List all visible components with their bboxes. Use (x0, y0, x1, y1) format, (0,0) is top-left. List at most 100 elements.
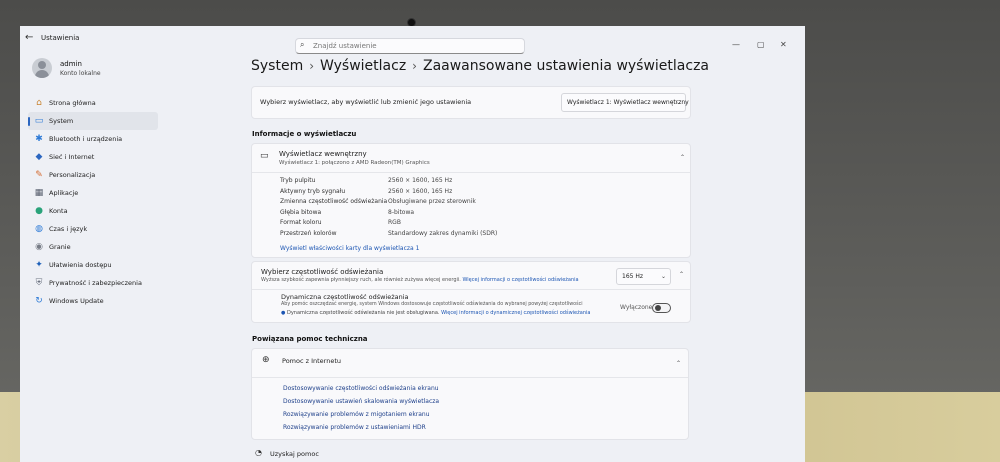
divider (252, 172, 690, 173)
brush-icon: ✎ (35, 170, 43, 180)
display-name: Wyświetlacz wewnętrzny (279, 150, 367, 158)
minimize-button[interactable]: — (732, 40, 740, 49)
title-bar: ← Ustawienia ⌕ Znajdź ustawienie — ▢ ✕ (20, 26, 805, 54)
settings-window: ← Ustawienia ⌕ Znajdź ustawienie — ▢ ✕ a… (20, 26, 805, 462)
sidebar-item-gamepad[interactable]: ◉ Granie (28, 238, 158, 256)
help-card: ⊕ Pomoc z Internetu ⌃ Dostosowywanie czę… (251, 348, 689, 440)
update-icon: ↻ (35, 296, 43, 306)
breadcrumb-separator-icon: › (412, 59, 417, 73)
sidebar-item-wifi[interactable]: ◆ Sieć i Internet (28, 148, 158, 166)
breadcrumb-system[interactable]: System (251, 58, 303, 74)
user-name: admin (60, 60, 82, 68)
help-link[interactable]: Rozwiązywanie problemów z migotaniem ekr… (283, 411, 430, 418)
chevron-up-icon[interactable]: ⌃ (679, 271, 684, 278)
sidebar-item-label: Strona główna (49, 99, 96, 107)
sidebar-item-update[interactable]: ↻ Windows Update (28, 292, 158, 310)
avatar (32, 58, 52, 78)
help-section-title: Powiązana pomoc techniczna (252, 335, 368, 343)
dynamic-refresh-link[interactable]: Więcej informacji o dynamicznej częstotl… (441, 310, 590, 316)
page-title: Zaawansowane ustawienia wyświetlacza (422, 58, 710, 74)
wifi-icon: ◆ (35, 152, 43, 162)
sidebar-item-label: Konta (49, 207, 68, 215)
dynamic-refresh-desc: Aby pomóc oszczędzać energię, system Win… (281, 302, 583, 307)
info-row-label: Zmienna częstotliwość odświeżania (280, 198, 388, 205)
display-select-prompt: Wybierz wyświetlacz, aby wyświetlić lub … (260, 98, 472, 106)
chevron-up-icon[interactable]: ⌃ (676, 360, 681, 367)
dynamic-refresh-note: ● Dynamiczna częstotliwość odświeżania n… (281, 310, 591, 316)
refresh-info-link[interactable]: Więcej informacji o częstotliwości odświ… (462, 277, 578, 283)
breadcrumb-display[interactable]: Wyświetlacz (320, 58, 406, 74)
divider (252, 377, 688, 378)
info-row-value: Standardowy zakres dynamiki (SDR) (388, 229, 498, 237)
refresh-rate-dropdown[interactable]: 165 Hz ⌄ (616, 268, 671, 285)
display-dropdown[interactable]: Wyświetlacz 1: Wyświetlacz wewnętrzny ⌄ (561, 93, 689, 112)
bluetooth-icon: ✱ (35, 134, 43, 144)
sidebar-item-label: Granie (49, 243, 71, 251)
info-row-label: Tryb pulpitu (280, 177, 316, 184)
user-account-type: Konto lokalne (60, 70, 101, 77)
info-row-label: Głębia bitowa (280, 208, 322, 216)
dynamic-refresh-title: Dynamiczna częstotliwość odświeżania (281, 293, 409, 301)
display-dropdown-value: Wyświetlacz 1: Wyświetlacz wewnętrzny (567, 99, 689, 106)
info-row-value: 2560 × 1600, 165 Hz (388, 177, 453, 184)
help-icon: ◔ (255, 448, 262, 457)
display-select-card: Wybierz wyświetlacz, aby wyświetlić lub … (251, 86, 691, 119)
info-row-value: 8-bitowa (388, 208, 415, 216)
sidebar-item-system[interactable]: ▭ System (28, 112, 158, 130)
info-icon: ● (281, 310, 286, 316)
close-button[interactable]: ✕ (780, 40, 787, 49)
chevron-down-icon: ⌄ (661, 273, 667, 280)
search-input[interactable]: ⌕ Znajdź ustawienie (295, 38, 525, 54)
sidebar-nav: ⌂ Strona główna ▭ System ✱ Bluetooth i urządz… (28, 94, 158, 310)
sidebar-item-account[interactable]: ● Konta (28, 202, 158, 220)
refresh-rate-card: Wybierz częstotliwość odświeżania Wyższa… (251, 261, 691, 323)
sidebar-item-accessibility[interactable]: ✦ Ułatwienia dostępu (28, 256, 158, 274)
sidebar-item-label: System (49, 117, 74, 125)
sidebar-item-shield[interactable]: ⛨ Prywatność i zabezpieczenia (28, 274, 158, 292)
display-info-card: ▭ Wyświetlacz wewnętrzny Wyświetlacz 1: … (251, 143, 691, 258)
globe-icon: ⊕ (262, 355, 270, 365)
get-help-link[interactable]: Uzyskaj pomoc (270, 450, 319, 458)
info-row-value: RGB (388, 219, 401, 226)
accessibility-icon: ✦ (35, 260, 43, 270)
breadcrumb: System › Wyświetlacz › Zaawansowane ustawien… (251, 58, 709, 74)
chevron-down-icon: ⌄ (676, 99, 682, 106)
sidebar-item-brush[interactable]: ✎ Personalizacja (28, 166, 158, 184)
system-icon: ▭ (34, 116, 44, 126)
globe-clock-icon: ◍ (35, 224, 43, 234)
breadcrumb-separator-icon: › (309, 59, 315, 73)
sidebar-item-label: Prywatność i zabezpieczenia (49, 279, 142, 287)
info-row-label: Aktywny tryb sygnału (280, 187, 346, 195)
info-section-title: Informacje o wyświetlaczu (252, 130, 357, 138)
help-link[interactable]: Dostosowywanie ustawień skalowania wyświ… (283, 398, 439, 405)
monitor-icon: ▭ (260, 151, 269, 161)
apps-icon: ▦ (34, 188, 44, 198)
sidebar-item-globe-clock[interactable]: ◍ Czas i język (28, 220, 158, 238)
divider (252, 289, 690, 290)
adapter-properties-link[interactable]: Wyświetl właściwości karty dla wyświetla… (280, 245, 419, 252)
sidebar-item-bluetooth[interactable]: ✱ Bluetooth i urządzenia (28, 130, 158, 148)
shield-icon: ⛨ (35, 278, 43, 288)
sidebar-item-label: Bluetooth i urządzenia (49, 135, 123, 143)
sidebar-item-apps[interactable]: ▦ Aplikacje (28, 184, 158, 202)
info-row-value: Obsługiwane przez sterownik (388, 198, 476, 205)
sidebar-item-label: Ułatwienia dostępu (49, 261, 112, 269)
help-link[interactable]: Dostosowywanie częstotliwości odświeżani… (283, 385, 439, 392)
refresh-desc: Wyższa szybkość zapewnia płynniejszy ruc… (261, 277, 579, 283)
info-row-label: Przestrzeń kolorów (280, 229, 337, 237)
search-icon: ⌕ (300, 40, 305, 49)
refresh-title: Wybierz częstotliwość odświeżania (261, 268, 384, 276)
info-row-label: Format koloru (280, 219, 322, 226)
back-arrow-icon[interactable]: ← (25, 32, 33, 43)
chevron-up-icon[interactable]: ⌃ (680, 154, 685, 161)
home-icon: ⌂ (36, 98, 42, 108)
help-card-title: Pomoc z Internetu (282, 357, 342, 365)
dynamic-refresh-toggle[interactable] (652, 303, 671, 313)
sidebar-item-home[interactable]: ⌂ Strona główna (28, 94, 158, 112)
info-row-value: 2560 × 1600, 165 Hz (388, 187, 453, 195)
search-placeholder: Znajdź ustawienie (313, 42, 377, 50)
gamepad-icon: ◉ (35, 242, 43, 252)
help-link[interactable]: Rozwiązywanie problemów z ustawieniami H… (283, 424, 426, 431)
maximize-button[interactable]: ▢ (757, 40, 765, 49)
sidebar-item-label: Czas i język (49, 225, 88, 233)
